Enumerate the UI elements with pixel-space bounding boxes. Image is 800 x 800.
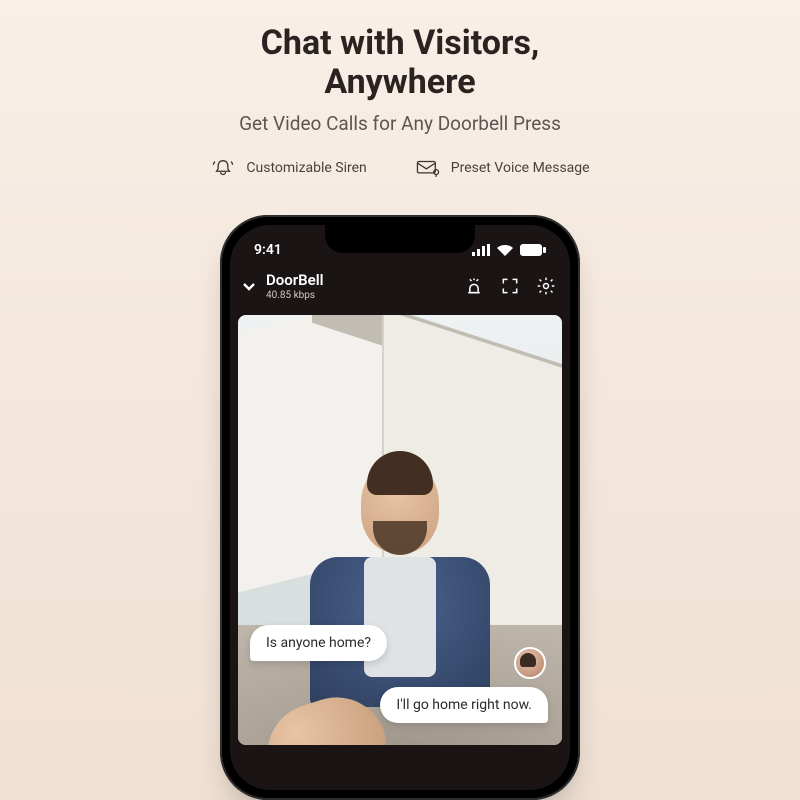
wifi-icon <box>496 244 514 256</box>
back-button[interactable] <box>242 279 264 293</box>
feature-voice-label: Preset Voice Message <box>451 160 590 176</box>
appbar-actions <box>464 276 556 296</box>
envelope-mic-icon <box>415 157 441 179</box>
phone-frame: 9:41 DoorBell 40.85 kbps <box>220 215 580 800</box>
visitor-figure <box>300 461 500 721</box>
gear-icon[interactable] <box>536 276 556 296</box>
status-time: 9:41 <box>254 242 282 258</box>
device-title-block: DoorBell 40.85 kbps <box>266 271 324 301</box>
chevron-down-icon <box>242 279 256 293</box>
hero-title-line2: Anywhere <box>324 62 475 102</box>
chat-bubble-user: I'll go home right now. <box>380 687 548 723</box>
feature-siren: Customizable Siren <box>210 157 366 179</box>
bell-icon <box>210 157 236 179</box>
device-name: DoorBell <box>266 271 324 289</box>
battery-icon <box>520 244 546 256</box>
video-feed[interactable]: Is anyone home? I'll go home right now. <box>238 315 562 745</box>
cellular-icon <box>472 244 490 256</box>
status-icons <box>472 244 546 256</box>
feature-row: Customizable Siren Preset Voice Message <box>210 157 589 179</box>
feature-siren-label: Customizable Siren <box>246 160 366 176</box>
phone-screen: 9:41 DoorBell 40.85 kbps <box>230 225 570 790</box>
hero-title-line1: Chat with Visitors, <box>261 23 540 63</box>
hero-header: Chat with Visitors, Anywhere Get Video C… <box>239 24 561 135</box>
phone-notch <box>325 225 475 253</box>
feature-voice: Preset Voice Message <box>415 157 590 179</box>
hero-subtitle: Get Video Calls for Any Doorbell Press <box>239 112 561 135</box>
chat-bubble-visitor: Is anyone home? <box>250 625 387 661</box>
visitor-head <box>361 461 439 553</box>
alarm-icon[interactable] <box>464 276 484 296</box>
hero-title: Chat with Visitors, Anywhere <box>239 24 561 102</box>
fullscreen-icon[interactable] <box>500 276 520 296</box>
bitrate-label: 40.85 kbps <box>266 290 324 301</box>
visitor-beard <box>373 521 427 555</box>
app-bar: DoorBell 40.85 kbps <box>230 265 570 311</box>
user-avatar[interactable] <box>514 647 546 679</box>
